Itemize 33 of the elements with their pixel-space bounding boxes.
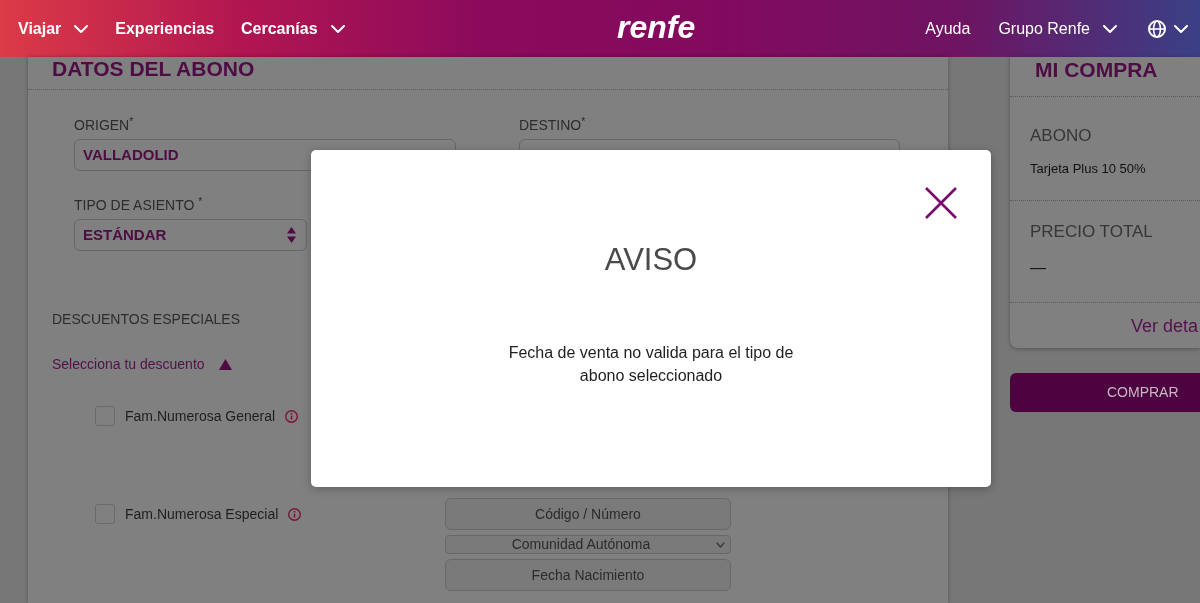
summary-title: MI COMPRA bbox=[1035, 58, 1158, 82]
close-button[interactable] bbox=[925, 187, 957, 219]
option-label: Fam.Numerosa Especial bbox=[125, 505, 279, 523]
field-label: DESTINO$^{*}$ bbox=[519, 117, 586, 134]
nav-link[interactable]: Viajar bbox=[18, 18, 89, 39]
section-title: DATOS DEL ABONO bbox=[52, 57, 255, 81]
option-label: Fam.Numerosa General bbox=[125, 407, 276, 425]
nav-link[interactable]: Cercanías bbox=[241, 18, 345, 39]
discount-toggle[interactable]: Selecciona tu descuento bbox=[52, 355, 232, 373]
field-label: TIPO DE ASIENTO $^{*}$ bbox=[74, 197, 203, 214]
buy-button[interactable]: COMPRAR bbox=[1010, 373, 1200, 412]
nav-link[interactable]: Ayuda bbox=[925, 18, 971, 39]
summary-heading: PRECIO TOTAL bbox=[1030, 221, 1153, 243]
section-heading: DESCUENTOS ESPECIALES bbox=[52, 311, 241, 328]
dialog-message: Fecha de venta no valida para el tipo de abono seleccionado bbox=[507, 343, 795, 386]
info-icon[interactable] bbox=[288, 507, 302, 521]
dialog-title: AVISO bbox=[604, 242, 698, 278]
up-down-arrows-icon bbox=[287, 227, 296, 243]
nav-link[interactable]: Experiencias bbox=[115, 18, 215, 39]
details-link[interactable]: Ver deta bbox=[1130, 314, 1198, 337]
info-icon[interactable] bbox=[285, 409, 299, 423]
select-field[interactable]: ESTÁNDAR bbox=[74, 219, 307, 251]
summary-value: Tarjeta Plus 10 50% bbox=[1030, 161, 1146, 177]
globe-icon bbox=[1148, 19, 1166, 38]
brand-logo[interactable]: renfe bbox=[617, 10, 696, 44]
nav-link[interactable]: Grupo Renfe bbox=[998, 18, 1117, 39]
chevron-down-icon bbox=[716, 541, 725, 548]
summary-value: — bbox=[1030, 258, 1046, 278]
language-button[interactable] bbox=[1148, 19, 1188, 38]
summary-heading: ABONO bbox=[1030, 125, 1092, 147]
field-label: ORIGEN$^{*}$ bbox=[74, 117, 134, 134]
chevron-down-icon bbox=[1174, 24, 1188, 33]
close-icon bbox=[925, 187, 957, 219]
